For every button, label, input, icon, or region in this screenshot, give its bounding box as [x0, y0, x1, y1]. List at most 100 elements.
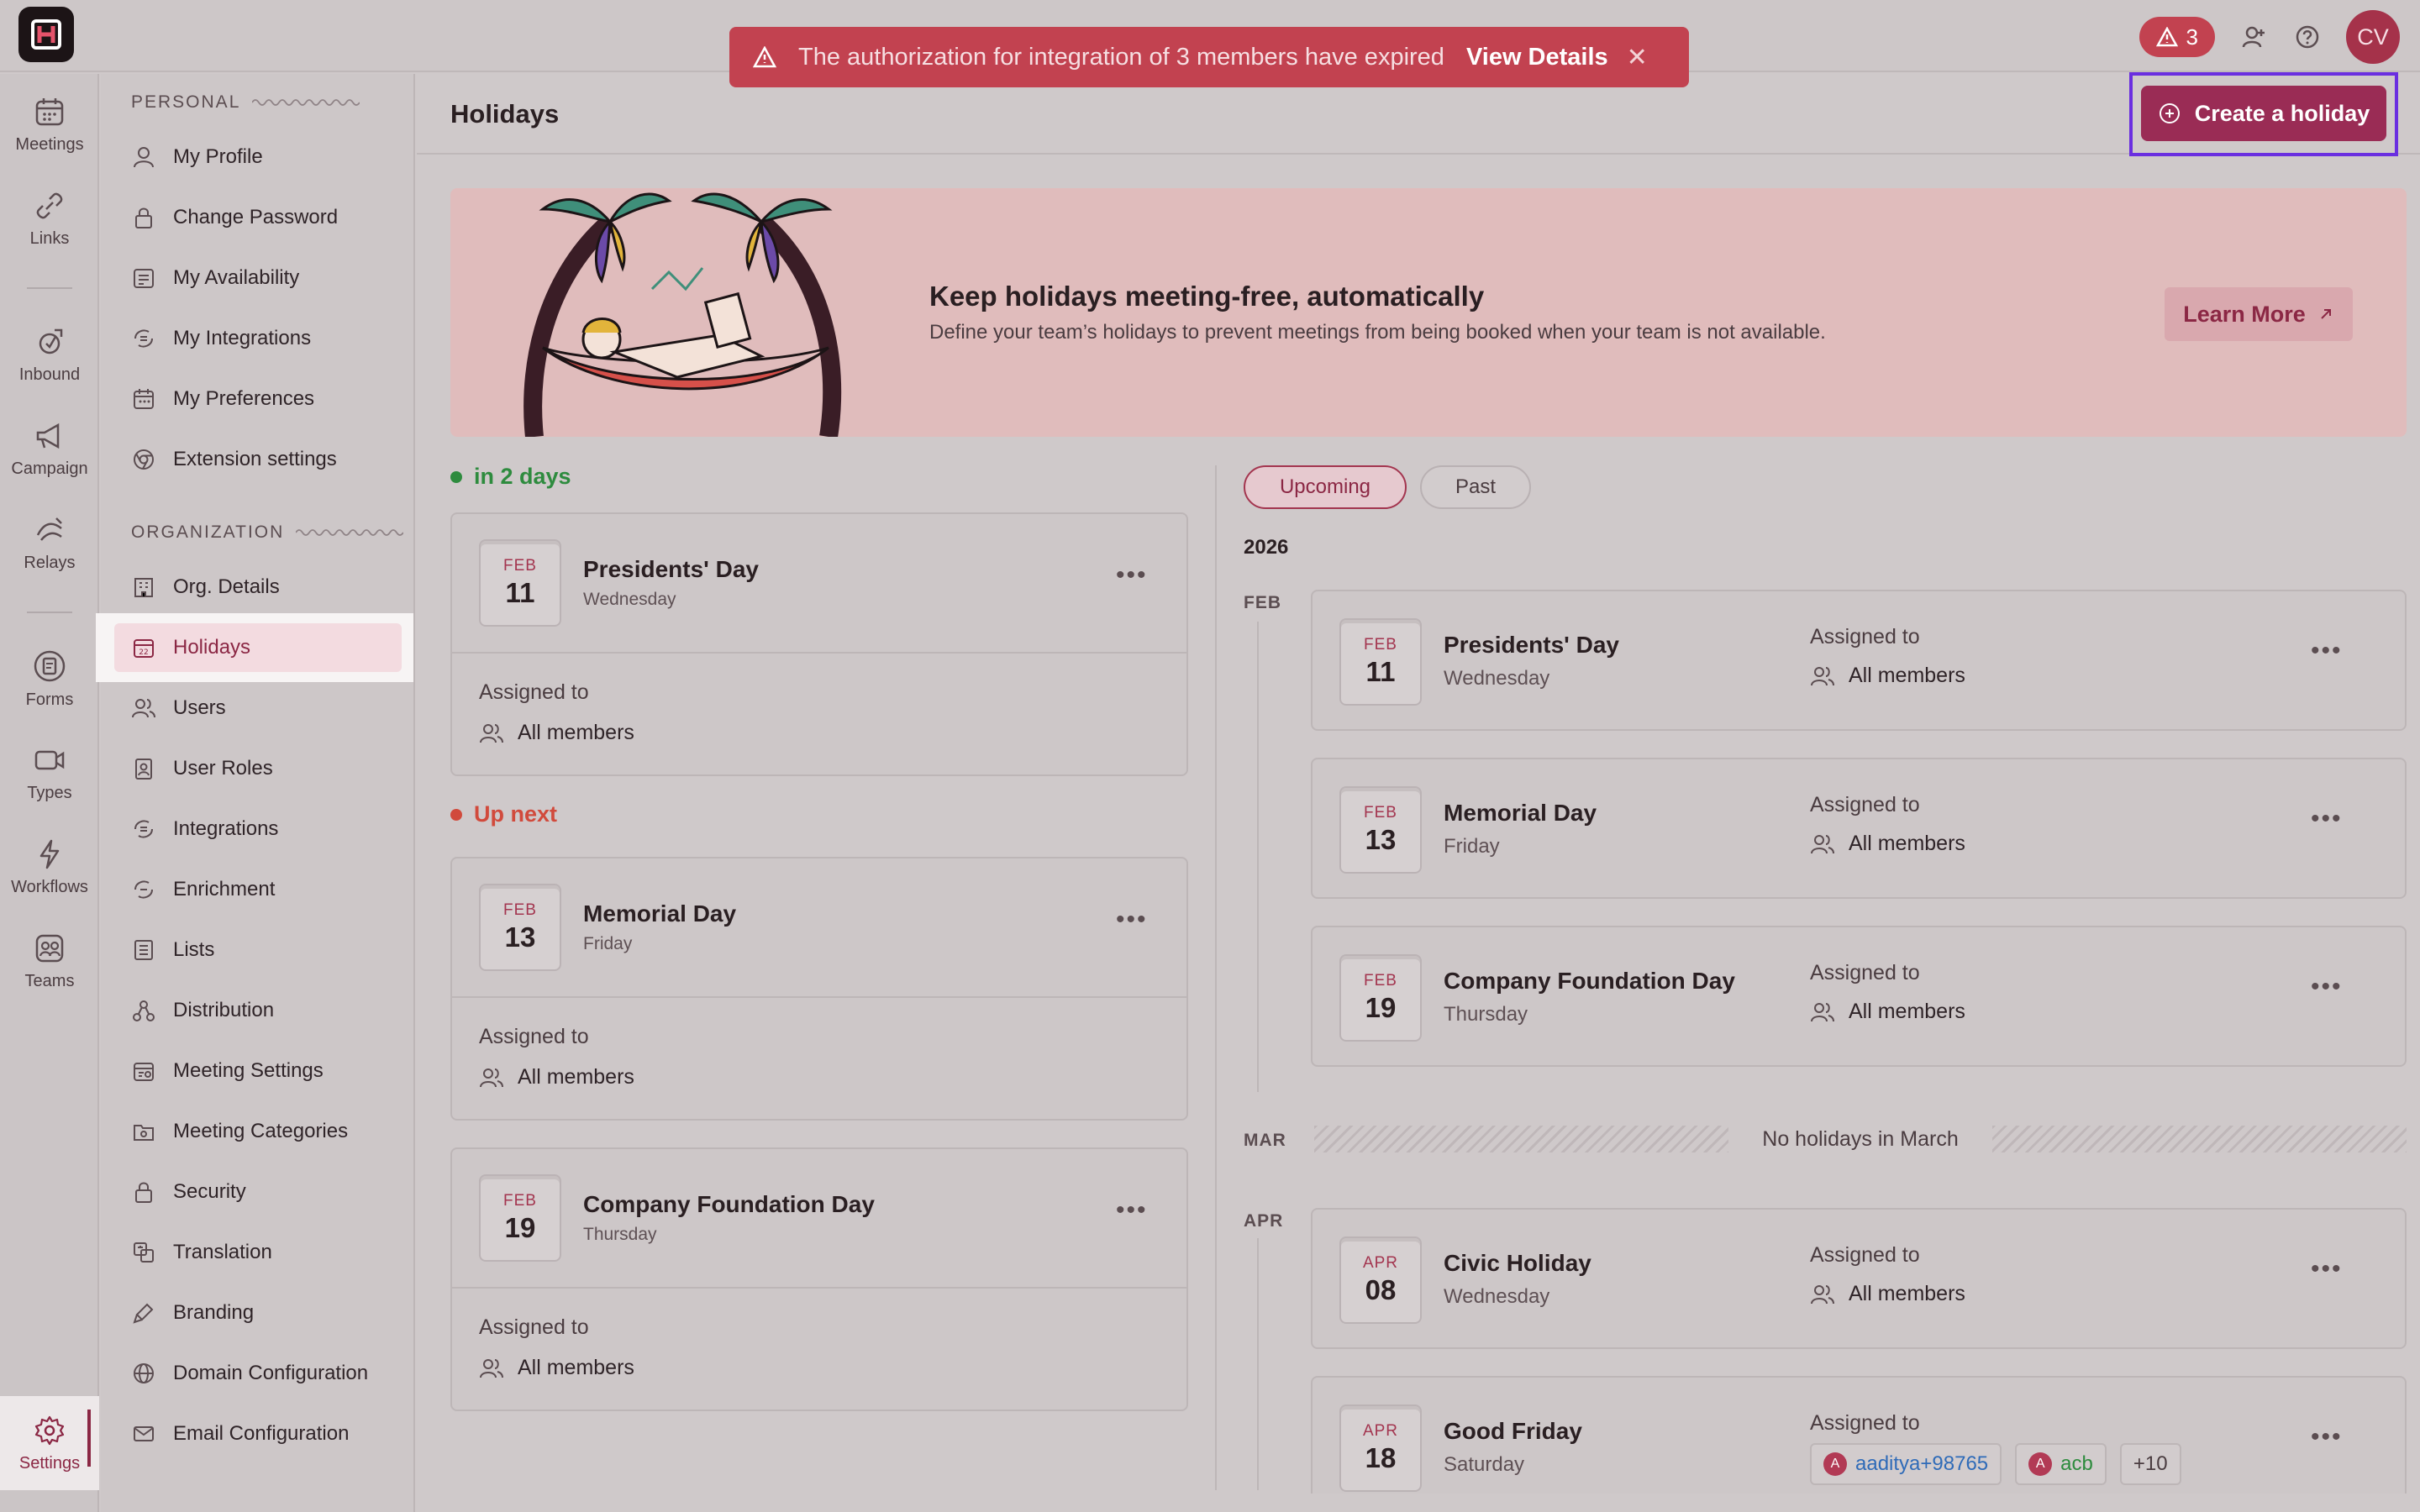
holiday-card[interactable]: FEB 19 Company Foundation Day Thursday •…	[450, 1147, 1188, 1411]
assigned-members: All members	[479, 1356, 634, 1380]
meeting-settings-icon	[131, 1058, 156, 1084]
date-month: FEB	[503, 901, 537, 919]
svg-text:22: 22	[139, 648, 148, 657]
sidebar-item-my-preferences[interactable]: My Preferences	[131, 375, 400, 423]
globe-icon	[131, 1361, 156, 1386]
date-day: 11	[505, 577, 535, 608]
no-holidays-text: No holidays in March	[1762, 1126, 1959, 1151]
holiday-card[interactable]: FEB 13 Memorial Day Friday ••• Assigned …	[450, 857, 1188, 1121]
sidebar-item-change-password[interactable]: Change Password	[131, 194, 400, 241]
sidebar-item-extension-settings[interactable]: Extension settings	[131, 436, 400, 483]
rail-label: Types	[27, 783, 72, 802]
holiday-row[interactable]: APR 18 Good Friday Saturday Assigned to …	[1311, 1376, 2407, 1494]
create-holiday-button[interactable]: Create a holiday	[2141, 86, 2386, 141]
sidebar-item-holidays[interactable]: 22 Holidays	[131, 624, 400, 671]
sidebar-item-label: My Integrations	[173, 327, 312, 349]
chrome-icon	[131, 447, 156, 472]
holiday-weekday: Saturday	[1444, 1453, 1525, 1476]
expired-authorization-alert: The authorization for integration of 3 m…	[729, 27, 1689, 87]
gear-icon	[34, 1415, 65, 1445]
more-options-icon[interactable]: •••	[2311, 973, 2343, 1001]
add-user-icon[interactable]	[2238, 22, 2269, 52]
member-chip[interactable]: A acb	[2015, 1443, 2107, 1485]
megaphone-icon	[36, 423, 60, 449]
sidebar-item-user-roles[interactable]: User Roles	[131, 745, 400, 792]
rail-item-links[interactable]: Links	[0, 176, 99, 260]
holiday-row[interactable]: FEB 13 Memorial Day Friday Assigned to A…	[1311, 758, 2407, 899]
sidebar-item-label: Distribution	[173, 999, 275, 1021]
column-divider	[1215, 465, 1217, 1490]
rail-item-meetings[interactable]: Meetings	[0, 82, 99, 166]
brush-icon	[131, 1300, 156, 1326]
error-count-badge[interactable]: 3	[2139, 17, 2215, 57]
sidebar-item-distribution[interactable]: Distribution	[131, 987, 400, 1034]
integrations-icon	[131, 816, 156, 842]
sidebar-item-my-integrations[interactable]: My Integrations	[131, 315, 400, 362]
sidebar-item-label: Change Password	[173, 206, 339, 228]
more-options-icon[interactable]: •••	[1116, 561, 1148, 590]
sidebar-item-integrations[interactable]: Integrations	[131, 806, 400, 853]
holiday-card[interactable]: FEB 11 Presidents' Day Wednesday ••• Ass…	[450, 512, 1188, 776]
rail-item-forms[interactable]: Forms	[0, 637, 99, 721]
sidebar-item-enrichment[interactable]: Enrichment	[131, 866, 400, 913]
view-details-link[interactable]: View Details	[1466, 44, 1608, 71]
tab-upcoming[interactable]: Upcoming	[1244, 465, 1407, 509]
sidebar-item-my-availability[interactable]: My Availability	[131, 255, 400, 302]
member-chip[interactable]: A aaditya+98765	[1810, 1443, 2002, 1485]
holiday-row[interactable]: FEB 19 Company Foundation Day Thursday A…	[1311, 926, 2407, 1067]
holiday-name: Presidents' Day	[583, 556, 759, 582]
holiday-row[interactable]: APR 08 Civic Holiday Wednesday Assigned …	[1311, 1208, 2407, 1349]
rail-label: Inbound	[18, 365, 81, 384]
assigned-label: Assigned to	[1810, 625, 1920, 648]
sidebar-item-lists[interactable]: Lists	[131, 927, 400, 974]
learn-more-button[interactable]: Learn More	[2165, 287, 2353, 341]
integrations-icon	[131, 326, 156, 351]
sidebar-item-my-profile[interactable]: My Profile	[131, 134, 400, 181]
sidebar-item-domain-configuration[interactable]: Domain Configuration	[131, 1350, 400, 1397]
rail-item-teams[interactable]: Teams	[0, 919, 99, 1003]
assigned-label: Assigned to	[479, 1315, 589, 1339]
more-members-chip[interactable]: +10	[2119, 1443, 2181, 1485]
holiday-row[interactable]: FEB 11 Presidents' Day Wednesday Assigne…	[1311, 590, 2407, 731]
help-icon[interactable]	[2292, 22, 2323, 52]
rail-item-relays[interactable]: Relays	[0, 501, 99, 585]
sidebar-item-security[interactable]: Security	[131, 1168, 400, 1215]
holiday-weekday: Wednesday	[1444, 667, 1550, 690]
sidebar-item-label: Lists	[173, 938, 215, 961]
holiday-name: Memorial Day	[583, 900, 737, 927]
sidebar-item-meeting-categories[interactable]: Meeting Categories	[131, 1108, 400, 1155]
more-options-icon[interactable]: •••	[1116, 1196, 1148, 1225]
more-options-icon[interactable]: •••	[2311, 1423, 2343, 1452]
assigned-label: Assigned to	[1810, 793, 1920, 816]
rail-item-campaign[interactable]: Campaign	[0, 407, 99, 491]
sidebar-item-branding[interactable]: Branding	[131, 1289, 400, 1336]
user-avatar[interactable]: CV	[2346, 10, 2400, 64]
sidebar-item-translation[interactable]: Translation	[131, 1229, 400, 1276]
assigned-label: Assigned to	[1810, 1243, 1920, 1267]
status-dot	[450, 808, 462, 821]
status-in-days: in 2 days	[450, 464, 571, 490]
holiday-name: Company Foundation Day	[583, 1191, 875, 1217]
more-options-icon[interactable]: •••	[2311, 1255, 2343, 1284]
more-options-icon[interactable]: •••	[2311, 805, 2343, 833]
error-count: 3	[2186, 24, 2198, 50]
more-options-icon[interactable]: •••	[2311, 637, 2343, 665]
app-logo[interactable]	[18, 7, 74, 62]
rail-label: Links	[29, 228, 70, 248]
tab-past[interactable]: Past	[1420, 465, 1531, 509]
assigned-label: Assigned to	[1810, 961, 1920, 984]
availability-icon	[131, 265, 156, 291]
status-text: in 2 days	[474, 464, 571, 489]
sidebar-item-users[interactable]: Users	[131, 685, 400, 732]
rail-item-workflows[interactable]: Workflows	[0, 825, 99, 909]
close-icon[interactable]: ✕	[1627, 43, 1648, 72]
rail-item-settings[interactable]: Settings	[0, 1396, 99, 1490]
members-text: All members	[1849, 1000, 1965, 1023]
sidebar-item-meeting-settings[interactable]: Meeting Settings	[131, 1047, 400, 1095]
sidebar-item-org-details[interactable]: Org. Details	[131, 564, 400, 611]
rail-item-inbound[interactable]: Inbound	[0, 312, 99, 396]
assigned-label: Assigned to	[1810, 1411, 1920, 1435]
rail-item-types[interactable]: Types	[0, 731, 99, 815]
more-options-icon[interactable]: •••	[1116, 906, 1148, 934]
sidebar-item-email-configuration[interactable]: Email Configuration	[131, 1410, 400, 1457]
